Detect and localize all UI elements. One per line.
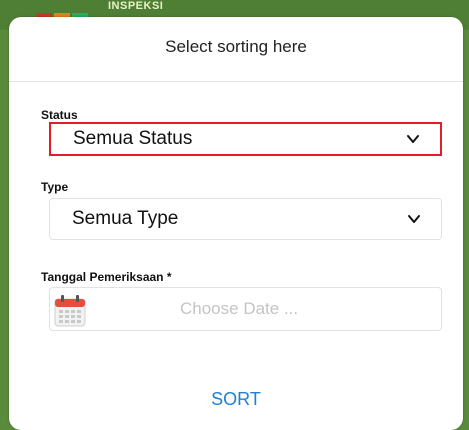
modal-header: Select sorting here xyxy=(9,17,463,82)
chevron-down-icon xyxy=(408,215,420,223)
type-select-value: Semua Type xyxy=(72,208,179,229)
type-select[interactable]: Semua Type xyxy=(49,198,442,240)
sort-button[interactable]: SORT xyxy=(9,389,463,410)
date-label: Tanggal Pemeriksaan * xyxy=(41,270,172,284)
chevron-down-icon xyxy=(407,135,419,143)
sorting-modal: Select sorting here Status Semua Status … xyxy=(9,17,463,430)
date-placeholder: Choose Date ... xyxy=(180,299,299,318)
status-select-value: Semua Status xyxy=(73,128,193,149)
date-picker-field[interactable]: Choose Date ... xyxy=(49,287,442,331)
status-select[interactable]: Semua Status xyxy=(49,122,442,156)
app-screen: INSPEKSI Select sorting here Status Semu… xyxy=(0,0,469,430)
type-label: Type xyxy=(41,180,69,194)
modal-title: Select sorting here xyxy=(165,37,307,56)
background-header-text: INSPEKSI xyxy=(108,0,164,12)
calendar-icon xyxy=(54,295,86,327)
status-label: Status xyxy=(41,108,78,122)
